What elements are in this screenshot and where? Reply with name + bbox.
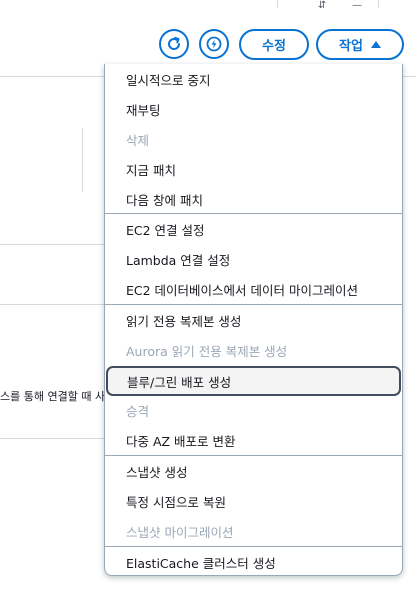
refresh-button[interactable]: [159, 29, 189, 59]
menu-item-create-snapshot[interactable]: 스냅샷 생성: [105, 456, 402, 486]
section-divider: [0, 76, 104, 77]
menu-item-migrate-snapshot: 스냅샷 마이그레이션: [126, 524, 234, 540]
menu-item-create-aurora-read-replica: Aurora 읽기 전용 복제본 생성: [126, 343, 288, 359]
menu-item-create-read-replica[interactable]: 읽기 전용 복제본 생성: [105, 305, 402, 335]
section-divider: [403, 76, 416, 77]
section-divider: [0, 438, 104, 439]
lightning-button[interactable]: [199, 29, 229, 59]
menu-item-promote: 승격: [126, 403, 150, 419]
menu-item-create-blue-green[interactable]: 블루/그린 배포 생성: [106, 366, 401, 396]
divider: [378, 0, 379, 8]
section-divider: [0, 244, 104, 245]
menu-icon: —: [352, 0, 362, 11]
menu-item-create-elasticache[interactable]: ElastiCache 클러스터 생성: [105, 547, 402, 575]
lightning-icon: [206, 36, 222, 52]
caret-up-icon: [370, 41, 381, 48]
menu-item-patch-next-window[interactable]: 다음 창에 패치: [105, 184, 402, 214]
menu-item-lambda-connection[interactable]: Lambda 연결 설정: [105, 244, 402, 274]
menu-item-migrate-from-ec2[interactable]: EC2 데이터베이스에서 데이터 마이그레이션: [105, 274, 402, 304]
modify-label: 수정: [262, 39, 286, 54]
divider: [277, 0, 278, 8]
menu-item-delete: 삭제: [126, 132, 150, 148]
actions-label: 작업: [339, 39, 363, 54]
background-text: 스를 통해 연결할 때 사: [0, 390, 106, 403]
sort-icon: ⇵: [318, 0, 327, 11]
menu-item-restore-point-in-time[interactable]: 특정 시점으로 복원: [105, 486, 402, 516]
menu-item-reboot[interactable]: 재부팅: [105, 94, 402, 124]
refresh-icon: [168, 37, 181, 50]
modify-button[interactable]: 수정: [239, 29, 309, 60]
actions-dropdown-menu: 일시적으로 중지 재부팅 삭제 지금 패치 다음 창에 패치 EC2 연결 설정…: [104, 64, 403, 576]
column-divider: [82, 128, 83, 192]
menu-item-stop-temporarily[interactable]: 일시적으로 중지: [105, 64, 402, 94]
menu-item-convert-multi-az[interactable]: 다중 AZ 배포로 변환: [105, 425, 402, 455]
previous-toolbar-fragment: ⇵ —: [0, 0, 416, 14]
menu-item-patch-now[interactable]: 지금 패치: [105, 154, 402, 184]
section-divider: [0, 304, 104, 305]
menu-item-ec2-connection[interactable]: EC2 연결 설정: [105, 214, 402, 244]
actions-button[interactable]: 작업: [316, 29, 404, 60]
